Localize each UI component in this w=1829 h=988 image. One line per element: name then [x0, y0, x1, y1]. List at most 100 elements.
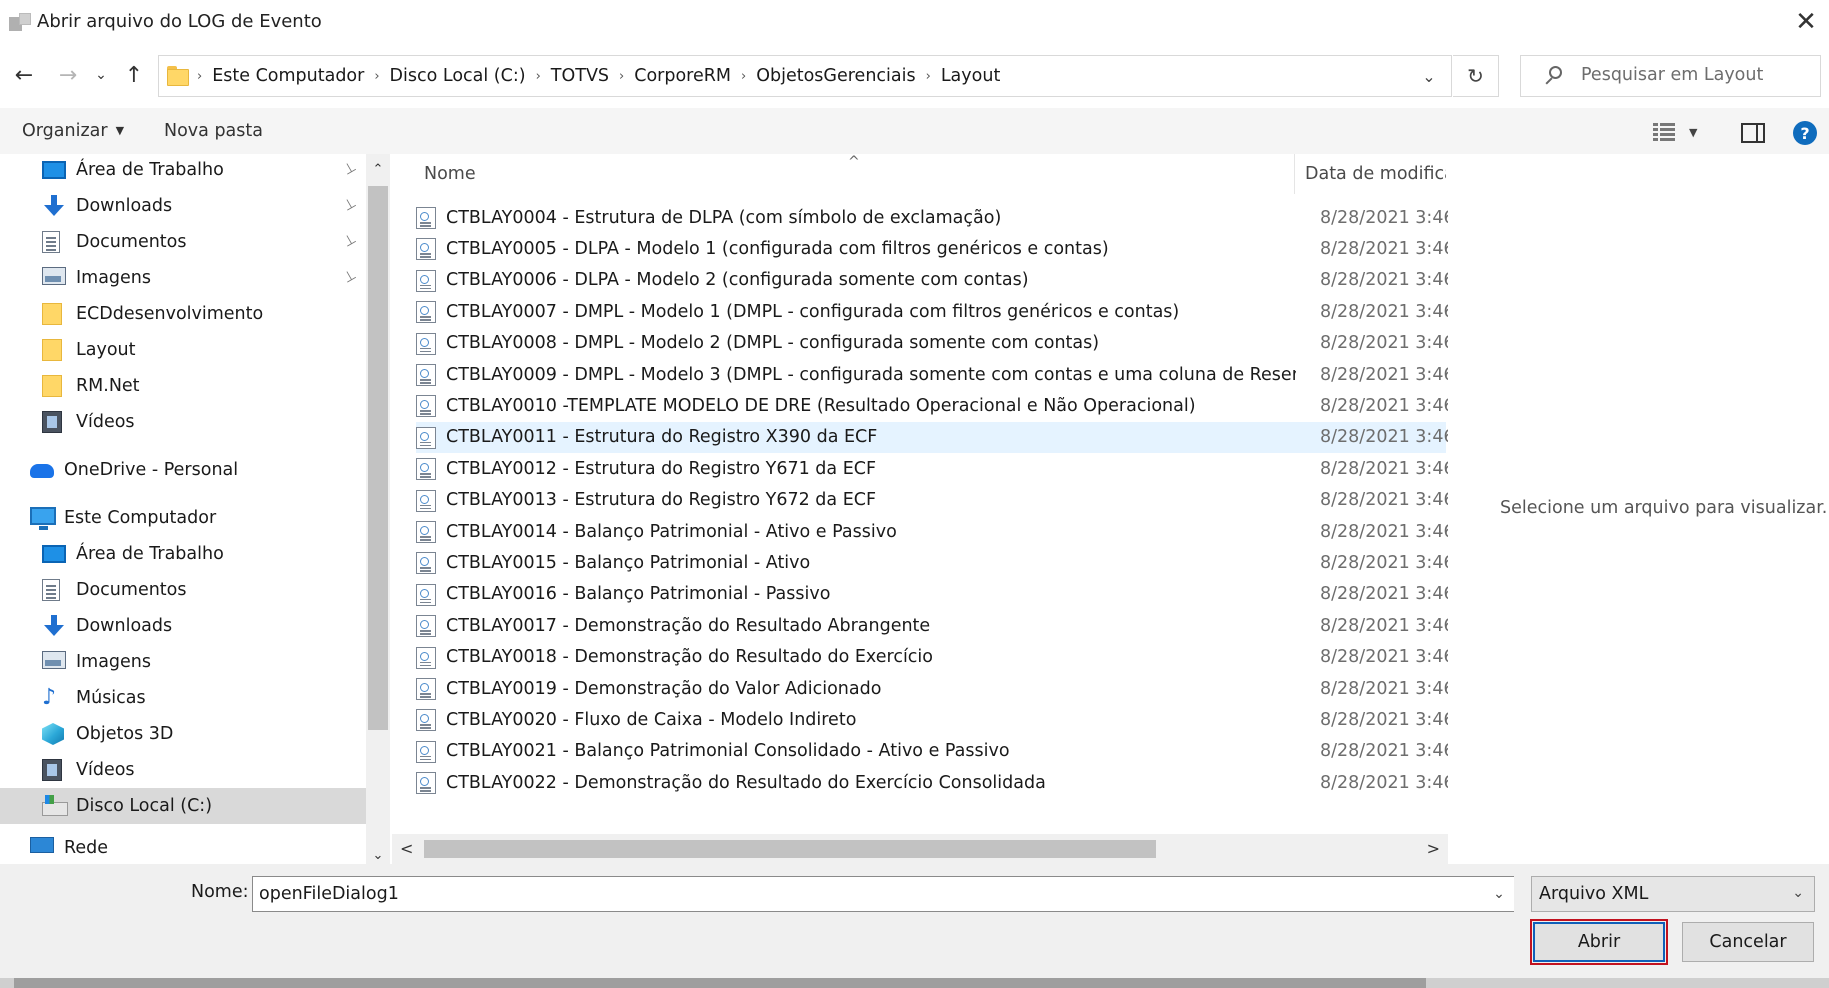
file-date: 8/28/2021 3:46 AM	[1320, 301, 1456, 322]
help-icon[interactable]: ?	[1793, 121, 1817, 145]
scrollbar-thumb[interactable]	[424, 840, 1156, 858]
cancel-button[interactable]: Cancelar	[1682, 922, 1814, 962]
scrollbar-thumb[interactable]	[368, 186, 388, 730]
sidebar-item[interactable]: ♪ Músicas	[0, 680, 366, 716]
xml-file-icon	[416, 332, 436, 355]
file-row[interactable]: CTBLAY0014 - Balanço Patrimonial - Ativo…	[416, 516, 1456, 547]
sidebar-item[interactable]: Este Computador	[0, 500, 366, 536]
search-input[interactable]: Pesquisar em Layout	[1520, 55, 1821, 97]
column-header-date[interactable]: Data de modificaç	[1294, 154, 1446, 194]
file-name-label: Nome:	[191, 882, 249, 902]
sidebar-item-label: RM.Net	[76, 376, 140, 396]
sidebar-item[interactable]: Vídeos	[0, 404, 366, 440]
file-date: 8/28/2021 3:46 AM	[1320, 458, 1456, 479]
pin-icon: ⊥	[340, 194, 360, 215]
breadcrumb-separator-icon[interactable]: ›	[619, 69, 624, 84]
file-row[interactable]: CTBLAY0021 - Balanço Patrimonial Consoli…	[416, 736, 1456, 767]
file-row[interactable]: CTBLAY0020 - Fluxo de Caixa - Modelo Ind…	[416, 704, 1456, 735]
sidebar-item-label: Downloads	[76, 616, 173, 636]
sidebar-item[interactable]: Layout	[0, 332, 366, 368]
file-row[interactable]: CTBLAY0008 - DMPL - Modelo 2 (DMPL - con…	[416, 328, 1456, 359]
file-row[interactable]: CTBLAY0009 - DMPL - Modelo 3 (DMPL - con…	[416, 359, 1456, 390]
recent-locations-chevron-icon[interactable]: ⌄	[92, 60, 110, 90]
3d-objects-icon	[42, 723, 64, 745]
file-row[interactable]: CTBLAY0004 - Estrutura de DLPA (com símb…	[416, 202, 1456, 233]
chevron-down-icon[interactable]: ⌄	[1484, 877, 1514, 911]
breadcrumb-separator-icon[interactable]: ›	[536, 69, 541, 84]
file-date: 8/28/2021 3:46 AM	[1320, 239, 1456, 260]
file-name: CTBLAY0016 - Balanço Patrimonial - Passi…	[446, 584, 831, 605]
breadcrumb-separator-icon[interactable]: ›	[741, 69, 746, 84]
sidebar-item-label: Rede	[64, 838, 109, 858]
xml-file-icon	[416, 709, 436, 732]
breadcrumb-separator-icon[interactable]: ›	[197, 69, 202, 84]
breadcrumb-separator-icon[interactable]: ›	[926, 69, 931, 84]
file-row[interactable]: CTBLAY0018 - Demonstração do Resultado d…	[416, 642, 1456, 673]
breadcrumb-item[interactable]: ObjetosGerenciais	[756, 66, 915, 86]
file-name-input[interactable]	[252, 876, 1514, 912]
organize-button[interactable]: Organizar ▼	[22, 121, 124, 141]
breadcrumb-item[interactable]: Layout	[941, 66, 1001, 86]
pictures-icon	[42, 651, 66, 669]
file-row[interactable]: CTBLAY0012 - Estrutura do Registro Y671 …	[416, 453, 1456, 484]
sidebar-item[interactable]: Área de Trabalho ⊥	[0, 154, 366, 188]
sidebar-item[interactable]: Imagens	[0, 644, 366, 680]
open-button[interactable]: Abrir	[1530, 919, 1668, 965]
breadcrumb-item[interactable]: Disco Local (C:)	[390, 66, 526, 86]
file-row[interactable]: CTBLAY0010 -TEMPLATE MODELO DE DRE (Resu…	[416, 390, 1456, 421]
file-row[interactable]: CTBLAY0017 - Demonstração do Resultado A…	[416, 610, 1456, 641]
sidebar-item[interactable]: Downloads ⊥	[0, 188, 366, 224]
app-icon	[9, 13, 31, 31]
change-view-button[interactable]: ▼	[1653, 120, 1711, 144]
sidebar-item[interactable]: Vídeos	[0, 752, 366, 788]
sidebar-item-label: Documentos	[76, 232, 187, 252]
file-row[interactable]: CTBLAY0019 - Demonstração do Valor Adici…	[416, 673, 1456, 704]
sidebar-item-label: Imagens	[76, 652, 152, 672]
bottom-divider	[0, 978, 1829, 988]
new-folder-button[interactable]: Nova pasta	[164, 121, 263, 141]
file-row[interactable]: CTBLAY0005 - DLPA - Modelo 1 (configurad…	[416, 233, 1456, 264]
file-row[interactable]: CTBLAY0015 - Balanço Patrimonial - Ativo…	[416, 547, 1456, 578]
close-icon[interactable]: ✕	[1783, 0, 1829, 44]
column-header-name[interactable]: Nome	[424, 154, 1324, 194]
breadcrumb-separator-icon[interactable]: ›	[374, 69, 379, 84]
sidebar-item[interactable]: OneDrive - Personal	[0, 452, 366, 488]
sidebar-item[interactable]: Rede	[0, 830, 366, 866]
preview-pane-icon[interactable]	[1741, 123, 1765, 143]
sidebar-item[interactable]: Downloads	[0, 608, 366, 644]
up-arrow-icon[interactable]: ↑	[122, 60, 146, 90]
chevron-down-icon[interactable]: ⌄	[1409, 56, 1449, 96]
navigation-scrollbar[interactable]: ⌃ ⌄	[366, 154, 390, 870]
file-type-select[interactable]: Arquivo XML ⌄	[1531, 876, 1815, 912]
breadcrumb-item[interactable]: TOTVS	[551, 66, 609, 86]
forward-arrow-icon[interactable]: →	[56, 60, 80, 90]
file-row[interactable]: CTBLAY0011 - Estrutura do Registro X390 …	[416, 421, 1456, 454]
file-name: CTBLAY0017 - Demonstração do Resultado A…	[446, 615, 931, 636]
sidebar-item[interactable]: ECDdesenvolvimento	[0, 296, 366, 332]
sidebar-item[interactable]: Disco Local (C:)	[0, 788, 366, 824]
breadcrumb-item[interactable]: Este Computador	[212, 66, 364, 86]
refresh-icon[interactable]: ↻	[1453, 55, 1499, 97]
sidebar-item[interactable]: Objetos 3D	[0, 716, 366, 752]
scroll-left-icon[interactable]: <	[400, 839, 413, 858]
sidebar-item[interactable]: RM.Net	[0, 368, 366, 404]
sidebar-item[interactable]: Documentos	[0, 572, 366, 608]
downloads-icon	[42, 615, 66, 637]
sidebar-item[interactable]: Imagens ⊥	[0, 260, 366, 296]
sidebar-item[interactable]: Área de Trabalho	[0, 536, 366, 572]
file-row[interactable]: CTBLAY0006 - DLPA - Modelo 2 (configurad…	[416, 265, 1456, 296]
breadcrumb-item[interactable]: CorporeRM	[634, 66, 731, 86]
address-bar[interactable]: › Este Computador › Disco Local (C:) › TOTVS ›…	[158, 55, 1452, 97]
back-arrow-icon[interactable]: ←	[12, 60, 36, 90]
sidebar-item[interactable]: Documentos ⊥	[0, 224, 366, 260]
horizontal-scrollbar[interactable]: < >	[392, 834, 1448, 864]
scroll-right-icon[interactable]: >	[1427, 839, 1440, 858]
file-row[interactable]: CTBLAY0007 - DMPL - Modelo 1 (DMPL - con…	[416, 296, 1456, 327]
xml-file-icon	[416, 521, 436, 543]
file-row[interactable]: CTBLAY0022 - Demonstração do Resultado d…	[416, 767, 1456, 798]
file-row[interactable]: CTBLAY0016 - Balanço Patrimonial - Passi…	[416, 579, 1456, 610]
file-name: CTBLAY0020 - Fluxo de Caixa - Modelo Ind…	[446, 710, 857, 731]
file-row[interactable]: CTBLAY0013 - Estrutura do Registro Y672 …	[416, 485, 1456, 516]
scroll-up-icon[interactable]: ⌃	[366, 154, 390, 184]
desktop-icon	[42, 545, 66, 563]
